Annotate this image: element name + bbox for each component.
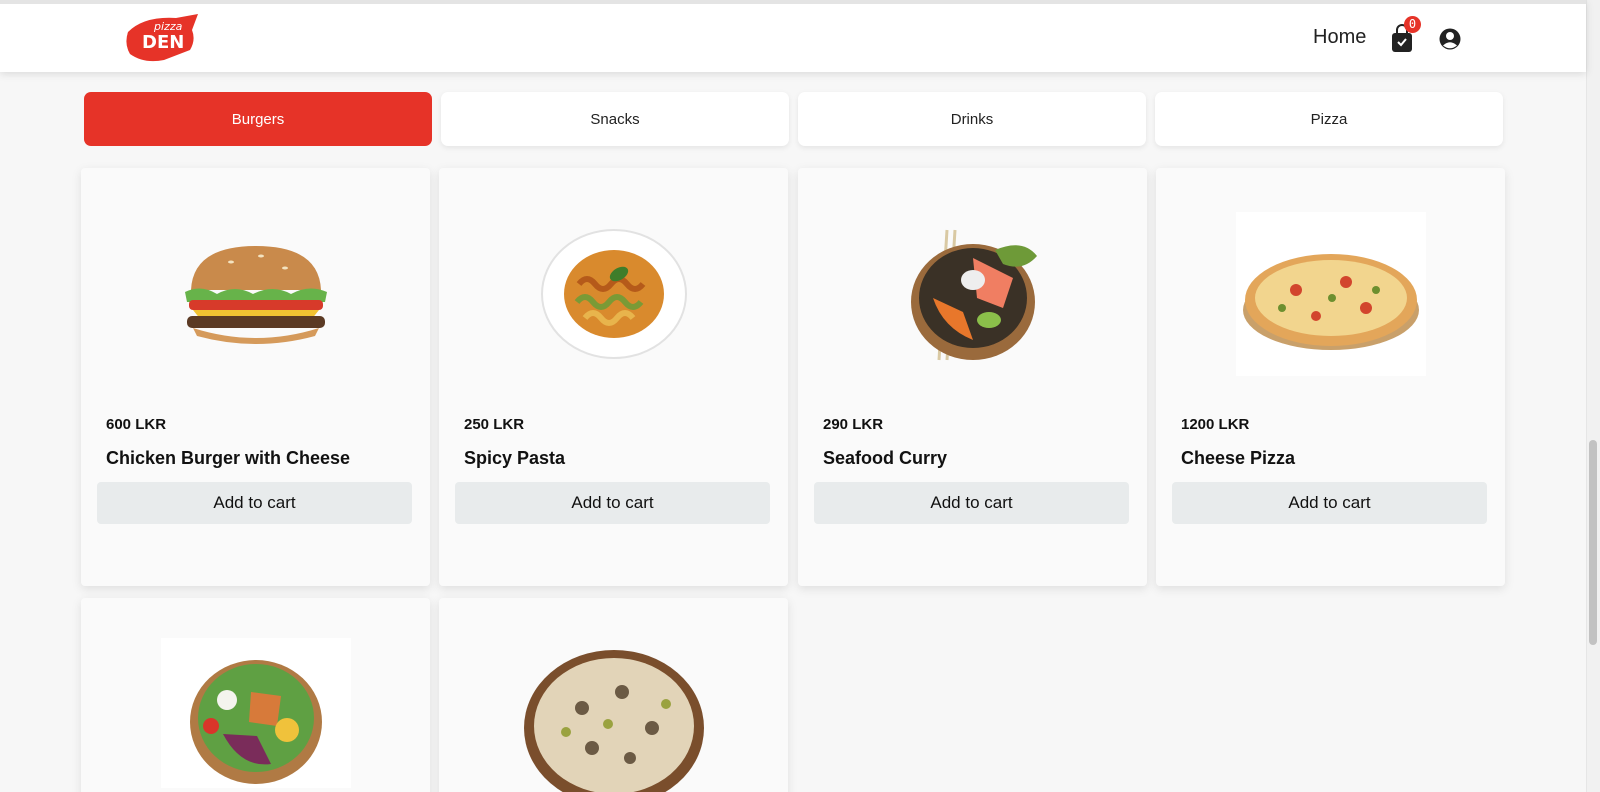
product-card: 1200 LKR Cheese Pizza Add to cart — [1156, 168, 1505, 586]
product-card: 250 LKR Spicy Pasta Add to cart — [439, 168, 788, 586]
product-card: 600 LKR Chicken Burger with Cheese Add t… — [81, 168, 430, 586]
tab-label: Snacks — [590, 110, 640, 128]
cart-count-badge: 0 — [1404, 16, 1421, 33]
top-navbar: pizza DEN Home 0 — [0, 0, 1586, 72]
tab-label: Pizza — [1310, 110, 1348, 128]
curry-bowl-image — [910, 229, 1037, 361]
product-card — [439, 598, 788, 792]
pizza-den-logo[interactable]: pizza DEN — [124, 10, 200, 64]
product-name: Cheese Pizza — [1181, 448, 1296, 468]
tab-pizza[interactable]: Pizza — [1155, 92, 1503, 146]
tab-drinks[interactable]: Drinks — [798, 92, 1146, 146]
tab-label: Drinks — [950, 110, 994, 128]
product-name: Chicken Burger with Cheese — [106, 448, 351, 468]
product-name: Seafood Curry — [823, 448, 948, 468]
tab-label: Burgers — [231, 110, 285, 128]
svg-text:DEN: DEN — [142, 32, 184, 53]
add-to-cart-button[interactable]: Add to cart — [455, 482, 770, 524]
burger-image — [184, 246, 327, 344]
user-account-icon[interactable] — [1439, 28, 1461, 50]
scrollbar-thumb[interactable] — [1589, 440, 1597, 645]
product-price: 1200 LKR — [1181, 416, 1250, 433]
tab-burgers[interactable]: Burgers — [84, 92, 432, 146]
pizza-image — [1235, 212, 1426, 376]
add-to-cart-button[interactable]: Add to cart — [97, 482, 412, 524]
add-to-cart-button[interactable]: Add to cart — [814, 482, 1129, 524]
product-price: 600 LKR — [106, 416, 167, 433]
product-card: 290 LKR Seafood Curry Add to cart — [798, 168, 1147, 586]
product-name: Spicy Pasta — [464, 448, 566, 468]
page-scrollbar[interactable] — [1586, 0, 1600, 792]
salad-bowl-image — [160, 638, 351, 788]
pasta-image — [540, 229, 687, 359]
add-to-cart-button[interactable]: Add to cart — [1172, 482, 1487, 524]
product-price: 250 LKR — [464, 416, 525, 433]
tab-snacks[interactable]: Snacks — [441, 92, 789, 146]
nav-home-link[interactable]: Home — [1313, 26, 1366, 49]
mushroom-pizza-image — [523, 650, 704, 792]
product-price: 290 LKR — [823, 416, 884, 433]
product-card — [81, 598, 430, 792]
